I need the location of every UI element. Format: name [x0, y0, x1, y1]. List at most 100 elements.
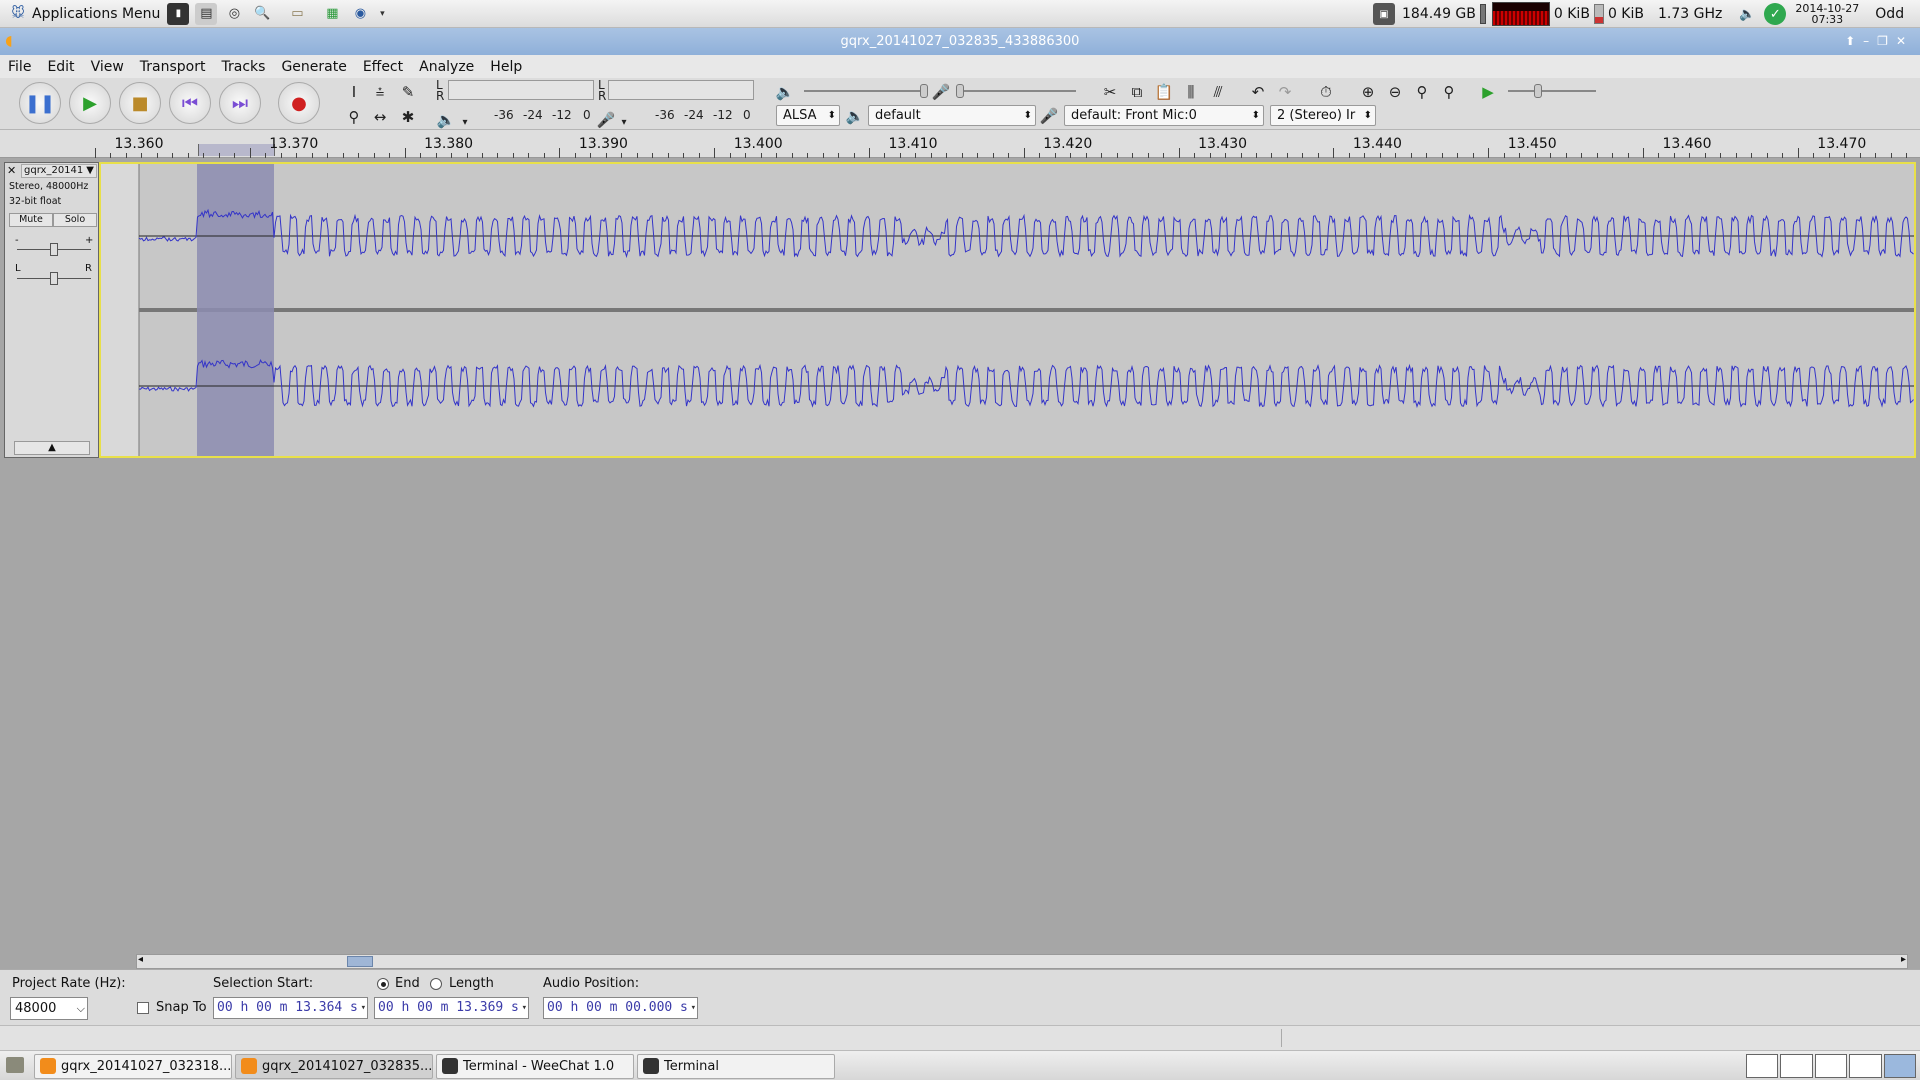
app-icon[interactable]: ◖	[2, 32, 16, 50]
web-browser-launcher-icon[interactable]: ◎	[223, 3, 245, 25]
scrollbar-thumb[interactable]	[347, 956, 373, 967]
play-speed-slider[interactable]	[1508, 84, 1596, 98]
audio-host-select[interactable]: ALSA ⬍	[776, 105, 840, 126]
menu-file[interactable]: File	[0, 59, 39, 75]
selection-start-time[interactable]: 00 h 00 m 13.364 s ▾	[213, 997, 368, 1019]
copy-button[interactable]: ⧉	[1125, 80, 1149, 104]
grid-launcher-icon[interactable]: ▦	[321, 3, 343, 25]
record-meter[interactable]	[608, 80, 754, 100]
record-button[interactable]: ●	[278, 82, 320, 124]
workspace-5[interactable]	[1883, 1054, 1917, 1078]
gain-slider[interactable]	[17, 243, 91, 256]
draw-tool-button[interactable]: ✎	[396, 80, 420, 104]
multi-tool-button[interactable]: ✱	[396, 105, 420, 129]
selection-tool-button[interactable]: I	[342, 80, 366, 104]
workspace-2[interactable]	[1780, 1054, 1813, 1078]
search-icon[interactable]: 🔍	[251, 3, 273, 25]
skip-end-button[interactable]: ⏭	[219, 82, 261, 124]
track-control-panel[interactable]: ✕ gqrx_20141 ▼ Stereo, 48000Hz 32-bit flo…	[4, 162, 99, 458]
paste-button[interactable]: 📋	[1152, 80, 1176, 104]
scroll-left-icon[interactable]: ◂	[138, 954, 143, 965]
pause-button[interactable]: ❚❚	[19, 82, 61, 124]
input-volume-thumb[interactable]	[956, 84, 964, 98]
applications-menu[interactable]: 🐭 Applications Menu	[0, 0, 164, 28]
playback-meter[interactable]	[448, 80, 594, 100]
fit-selection-button[interactable]: ⚲	[1410, 80, 1434, 104]
mute-button[interactable]: Mute	[9, 213, 53, 227]
horizontal-scrollbar[interactable]: ◂ ▸	[136, 954, 1908, 969]
workspace-3[interactable]	[1814, 1054, 1848, 1078]
play-speed-thumb[interactable]	[1534, 84, 1542, 98]
solo-button[interactable]: Solo	[53, 213, 97, 227]
terminal-launcher-icon[interactable]: ▮	[167, 2, 190, 25]
project-rate-select[interactable]: 48000 ⌵	[10, 997, 88, 1020]
selection-end-time[interactable]: 00 h 00 m 13.369 s ▾	[374, 997, 529, 1019]
update-status-icon[interactable]: ✓	[1764, 3, 1787, 25]
audio-position-time[interactable]: 00 h 00 m 00.000 s ▾	[543, 997, 698, 1019]
play-button[interactable]: ▶	[69, 82, 111, 124]
output-volume-thumb[interactable]	[920, 84, 928, 98]
folder-launcher-icon[interactable]: ▭	[286, 3, 308, 25]
length-radio[interactable]	[430, 978, 442, 990]
volume-icon[interactable]: 🔈	[1736, 3, 1758, 25]
zoom-tool-button[interactable]: ⚲	[342, 105, 366, 129]
timeshift-tool-button[interactable]: ↔	[368, 105, 392, 129]
maximize-icon[interactable]: ❐	[1877, 34, 1896, 48]
menu-generate[interactable]: Generate	[273, 59, 354, 75]
workspace-4[interactable]	[1849, 1054, 1882, 1078]
trim-button[interactable]: ⫼	[1179, 80, 1203, 104]
menu-analyze[interactable]: Analyze	[411, 59, 482, 75]
track-close-button[interactable]: ✕	[7, 165, 19, 177]
fit-project-button[interactable]: ⚲	[1437, 80, 1461, 104]
cut-button[interactable]: ✂	[1098, 80, 1122, 104]
waveform-svg[interactable]	[101, 164, 1914, 456]
stop-button[interactable]: ■	[119, 82, 161, 124]
disk-icon[interactable]: ▣	[1373, 3, 1395, 25]
input-volume-slider[interactable]	[956, 84, 1076, 98]
track-name-button[interactable]: gqrx_20141 ▼	[21, 164, 97, 178]
output-device-select[interactable]: default ⬍	[868, 105, 1036, 126]
workspace-1[interactable]	[1746, 1054, 1779, 1078]
undo-button[interactable]: ↶	[1246, 80, 1270, 104]
menu-help[interactable]: Help	[482, 59, 530, 75]
silence-button[interactable]: ⫻	[1206, 80, 1230, 104]
menu-view[interactable]: View	[83, 59, 132, 75]
gain-thumb[interactable]	[50, 243, 58, 256]
menu-effect[interactable]: Effect	[355, 59, 411, 75]
input-channels-select[interactable]: 2 (Stereo) Ir ⬍	[1270, 105, 1376, 126]
task-audacity-2[interactable]: gqrx_20141027_032835...	[235, 1054, 433, 1079]
chevron-down-icon[interactable]: ▾	[377, 3, 387, 25]
close-icon[interactable]: ✕	[1896, 34, 1914, 48]
timeline-ruler[interactable]: 13.360 13.370 13.380 13.390 13.400 13.410 13.4…	[0, 130, 1920, 158]
task-terminal-weechat[interactable]: Terminal - WeeChat 1.0	[436, 1054, 634, 1079]
zoom-out-button[interactable]: ⊖	[1383, 80, 1407, 104]
task-terminal[interactable]: Terminal	[637, 1054, 835, 1079]
output-volume-slider[interactable]	[804, 84, 928, 98]
redo-button[interactable]: ↷	[1273, 80, 1297, 104]
end-radio[interactable]	[377, 978, 389, 990]
minimize-icon[interactable]: –	[1863, 34, 1877, 48]
pan-thumb[interactable]	[50, 272, 58, 285]
sync-lock-button[interactable]: ⏱	[1314, 80, 1338, 104]
globe-launcher-icon[interactable]: ◉	[349, 3, 371, 25]
menu-edit[interactable]: Edit	[39, 59, 82, 75]
play-at-speed-button[interactable]: ▶	[1476, 80, 1500, 104]
input-device-select[interactable]: default: Front Mic:0 ⬍	[1064, 105, 1264, 126]
envelope-tool-button[interactable]: ⩮	[368, 80, 392, 104]
file-manager-launcher-icon[interactable]: ▤	[195, 2, 218, 25]
window-titlebar[interactable]: ◖ gqrx_20141027_032835_433886300 ⬆–❐✕	[0, 28, 1920, 55]
pan-slider[interactable]	[17, 272, 91, 285]
clock[interactable]: 2014-10-27 07:33	[1795, 3, 1859, 25]
collapse-track-button[interactable]: ▲	[14, 441, 90, 455]
waveform-area[interactable]: 1.00.50.0--0.5-1.01.00.50.0--0.5-1.0	[99, 162, 1916, 458]
workspace-name[interactable]: Odd	[1871, 0, 1908, 28]
menu-tracks[interactable]: Tracks	[214, 59, 274, 75]
show-desktop-icon[interactable]	[6, 1057, 24, 1073]
workspace-switcher[interactable]	[1746, 1054, 1917, 1078]
menu-transport[interactable]: Transport	[132, 59, 214, 75]
zoom-in-button[interactable]: ⊕	[1356, 80, 1380, 104]
snap-to-checkbox[interactable]	[137, 1002, 149, 1014]
scroll-right-icon[interactable]: ▸	[1901, 954, 1906, 965]
task-audacity-1[interactable]: gqrx_20141027_032318...	[34, 1054, 232, 1079]
skip-start-button[interactable]: ⏮	[169, 82, 211, 124]
